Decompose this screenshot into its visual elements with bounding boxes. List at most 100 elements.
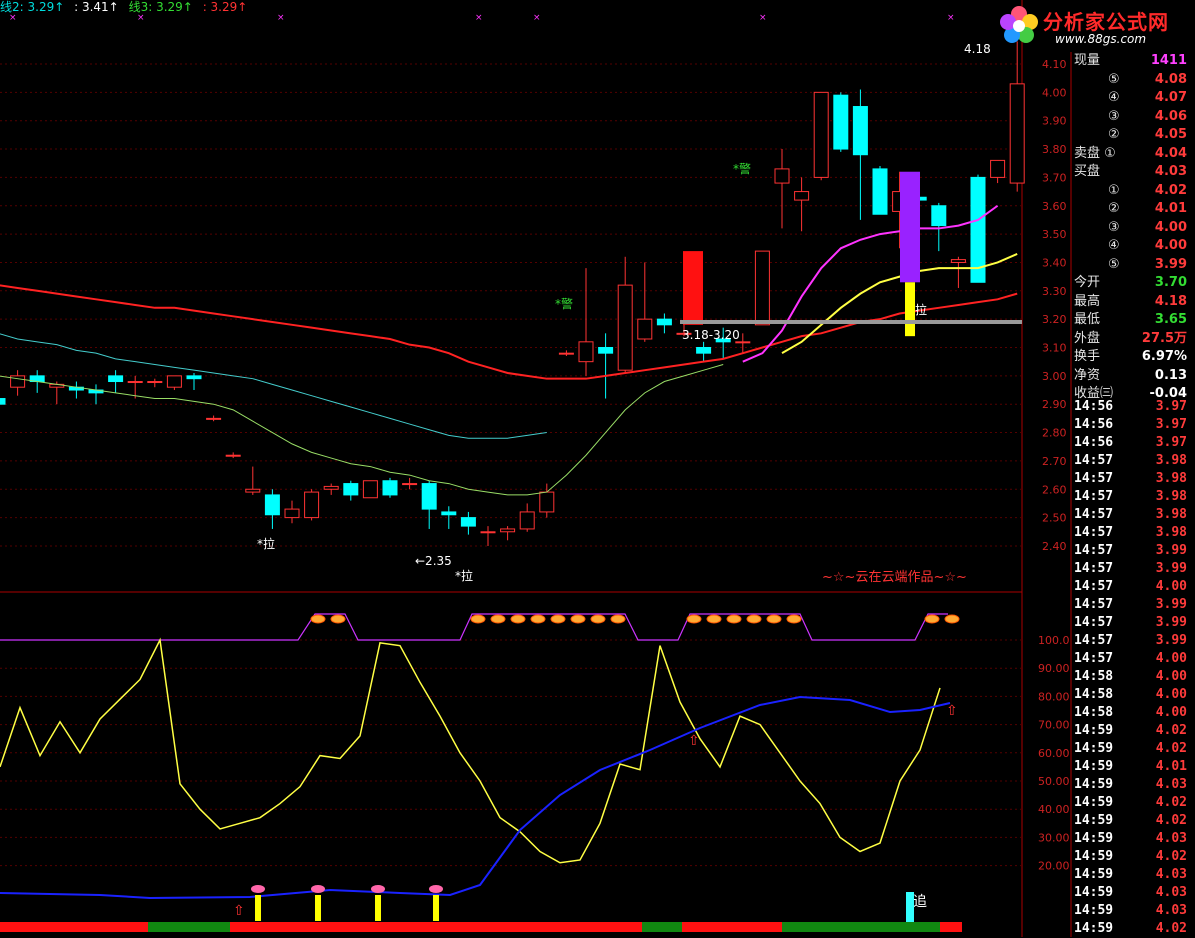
candle-body [950,259,966,263]
osc-yellow-line [0,637,941,864]
quote-row: 现量 1411 [1072,52,1195,70]
diamond-icon [726,614,742,624]
tick-row: 14:59 4.01 [1074,759,1187,774]
price-tick-label: 2.90 [1042,398,1067,411]
diamond-icon [786,614,802,624]
quote-row: ② 4.01 [1072,200,1195,218]
quote-label: 最低 [1074,312,1101,327]
diamond-icon [924,614,940,624]
candle-body [245,488,261,493]
quote-row: ④ 4.07 [1072,89,1195,107]
grid-lines [0,0,1072,937]
quote-value: 4.02 [1154,182,1187,198]
trend-bar-segment [230,922,642,932]
candle-body [637,318,653,340]
candle-body [617,284,633,371]
price-tick-label: 3.30 [1042,285,1067,298]
up-arrow-icon: ⇧ [946,703,958,719]
osc-tick-label: 80.00 [1038,690,1070,703]
trend-bar-segment [0,922,148,932]
candle-body [225,454,241,457]
ma-cyan-line [0,333,547,439]
candle-body [754,250,770,326]
price-tick-label: 2.80 [1042,427,1067,440]
tick-row: 14:57 4.00 [1074,579,1187,594]
candle-body [480,531,496,534]
top-marker: × [947,13,955,23]
quote-label: ② [1108,127,1120,142]
quote-value: 4.04 [1154,145,1187,161]
diamond-icon [510,614,526,624]
ma-green-line [0,364,724,496]
chase-stick [906,892,914,922]
up-arrow-icon: ⇧ [233,903,245,919]
candle-body [0,398,6,405]
signal-stick [315,895,321,921]
quote-value: 0.13 [1154,367,1187,383]
signal-cap [371,885,385,893]
tick-row: 14:59 4.02 [1074,723,1187,738]
quote-label: 买盘 [1074,164,1101,179]
tick-row: 14:57 3.98 [1074,471,1187,486]
quote-row: ⑤ 4.08 [1072,71,1195,89]
candle-body [774,168,790,184]
quote-row: 买盘 4.03 [1072,163,1195,181]
candle-body [362,480,378,499]
candle-body [1009,83,1025,184]
tick-row: 14:59 4.03 [1074,885,1187,900]
diamond-icon [490,614,506,624]
diamond-icon [470,614,486,624]
trend-bar-segment [148,922,230,932]
price-tick-label: 4.10 [1042,58,1067,71]
tick-row: 14:56 3.97 [1074,399,1187,414]
ma-magenta-line [742,204,999,363]
quote-label: 卖盘 ① [1074,145,1116,161]
quote-row: 外盘 27.5万 [1072,330,1195,348]
top-marker: × [9,13,17,23]
candle-body [147,381,163,384]
price-tick-label: 3.80 [1042,143,1067,156]
site-logo: 分析家公式网 www.88gs.com [995,2,1195,52]
price-tick-label: 3.20 [1042,313,1067,326]
tick-row: 14:59 4.02 [1074,741,1187,756]
candle-body [656,318,672,326]
quote-value: 3.70 [1154,275,1187,290]
osc-tick-label: 20.00 [1038,860,1070,873]
quote-value: 4.00 [1154,238,1187,253]
osc-tick-label: 60.00 [1038,747,1070,760]
logo-url: www.88gs.com [1055,32,1147,46]
candle-body [813,91,829,178]
osc-tick-label: 70.00 [1038,719,1070,732]
quote-value: 1411 [1150,53,1187,68]
quote-label: ④ [1108,90,1120,105]
quote-row: ② 4.05 [1072,126,1195,144]
high-label: 4.18 [964,42,991,56]
diamond-icon [944,614,960,624]
tick-row: 14:57 3.99 [1074,633,1187,648]
diamond-icon [766,614,782,624]
price-tick-label: 3.50 [1042,228,1067,241]
quote-row: 净资 0.13 [1072,367,1195,385]
candle-body [794,191,810,201]
tick-row: 14:59 4.02 [1074,795,1187,810]
quote-row: ① 4.02 [1072,182,1195,200]
trend-bar-segment [642,922,682,932]
quote-row: 换手 6.97% [1072,348,1195,366]
tick-row: 14:59 4.02 [1074,813,1187,828]
top-marker: × [759,13,767,23]
candle-body [402,483,418,486]
la-label-3: 拉 [915,302,927,317]
legend-item-2: : 3.41↑ [74,0,119,14]
chase-label: 追 [913,894,927,910]
quote-row: 今开 3.70 [1072,274,1195,292]
candle-body [460,517,476,527]
tick-row: 14:57 3.98 [1074,525,1187,540]
tick-row: 14:59 4.03 [1074,777,1187,792]
candle-body [108,375,124,383]
quote-value: 27.5万 [1141,330,1187,346]
top-marker: × [137,13,145,23]
signal-bar-red [683,251,703,325]
diamond-icon [570,614,586,624]
quote-label: ⑤ [1108,256,1120,272]
osc-tick-label: 50.00 [1038,775,1070,788]
